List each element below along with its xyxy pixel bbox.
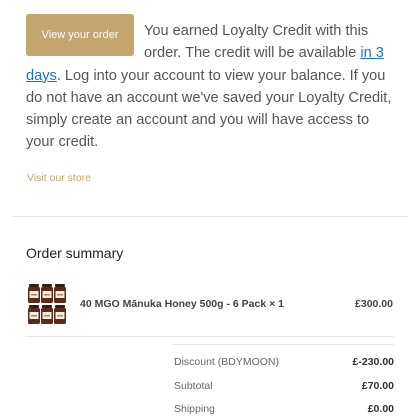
- loyalty-text-end: . Log into your account to view your bal…: [26, 67, 392, 151]
- line-item-price: £300.00: [355, 298, 393, 310]
- visit-store-link[interactable]: Visit our store: [27, 172, 91, 184]
- items-divider: [26, 336, 394, 337]
- totals-divider: [172, 344, 394, 345]
- shipping-label: Shipping: [174, 403, 215, 415]
- loyalty-message: View your order You earned Loyalty Credi…: [26, 14, 398, 154]
- subtotal-value: £70.00: [361, 380, 394, 392]
- shipping-value: £0.00: [367, 403, 394, 415]
- product-image: [26, 282, 68, 326]
- line-item-name: 40 MGO Mānuka Honey 500g - 6 Pack × 1: [80, 298, 284, 310]
- section-divider: [12, 216, 408, 217]
- shipping-row: Shipping £0.00: [174, 403, 394, 417]
- order-summary-title: Order summary: [26, 245, 124, 261]
- subtotal-label: Subtotal: [174, 380, 213, 392]
- discount-label: Discount (BDYMOON): [174, 356, 280, 368]
- view-your-order-button[interactable]: View your order: [26, 14, 134, 56]
- honey-jars-icon: [28, 284, 66, 324]
- email-page: View your order You earned Loyalty Credi…: [0, 0, 420, 420]
- discount-row: Discount (BDYMOON) £-230.00: [174, 356, 394, 370]
- subtotal-row: Subtotal £70.00: [174, 380, 394, 394]
- loyalty-text-start: You earned Loyalty Credit with this orde…: [144, 23, 369, 62]
- discount-value: £-230.00: [352, 356, 394, 368]
